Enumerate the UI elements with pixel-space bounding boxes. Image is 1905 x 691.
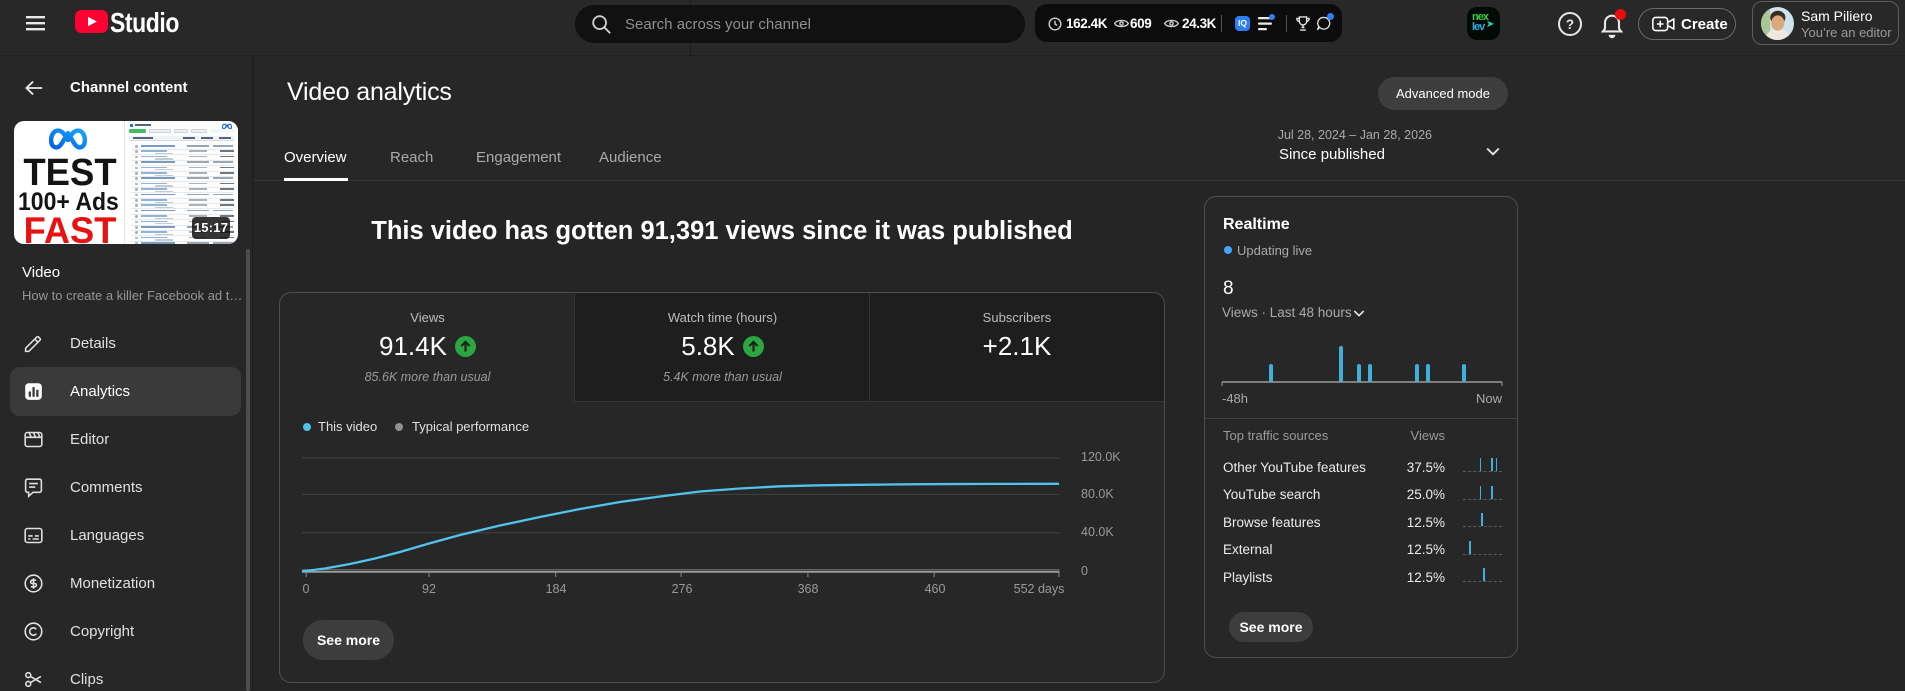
svg-text:?: ? <box>1566 17 1574 32</box>
